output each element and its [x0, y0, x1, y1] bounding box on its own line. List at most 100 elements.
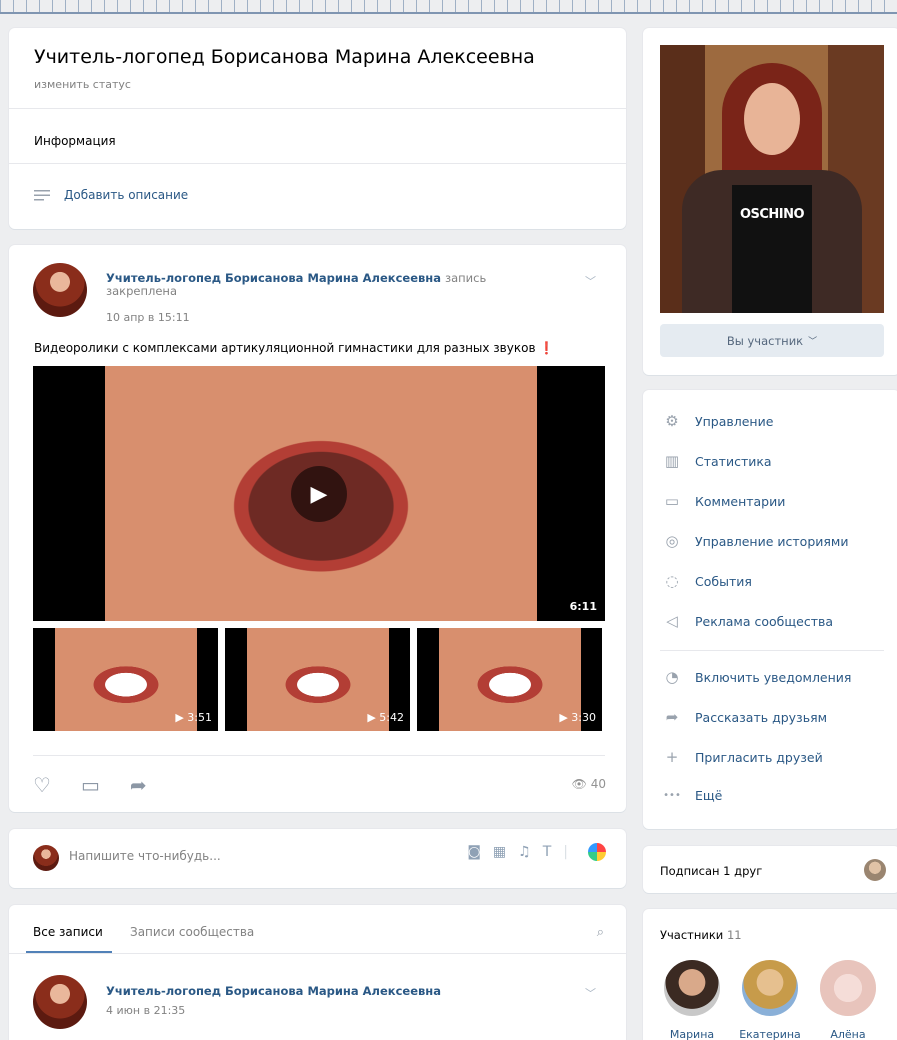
video-icon[interactable]: ▦ — [493, 844, 506, 860]
video-thumb[interactable]: ▶ 3:51 — [33, 628, 218, 731]
gear-icon: ⚙ — [665, 412, 679, 430]
change-status-link[interactable]: изменить статус — [34, 78, 131, 91]
share-icon[interactable]: ➦ — [130, 773, 147, 797]
composer-card: Напишите что-нибудь... ◙ ▦ ♫ T | — [9, 829, 626, 888]
chevron-down-icon[interactable]: ﹀ — [585, 985, 596, 1001]
chevron-down-icon[interactable]: ﹀ — [585, 273, 596, 289]
event-icon: ◌ — [665, 572, 679, 590]
lines-icon — [34, 190, 50, 201]
comment-icon: ▭ — [664, 492, 680, 510]
video-duration: ▶ 3:30 — [559, 711, 596, 724]
more-icon: ••• — [663, 790, 681, 801]
members-card: Участники 11 Марина Екатерина Алёна — [643, 909, 897, 1040]
post-author-line: Учитель-логопед Борисанова Марина Алексе… — [106, 272, 526, 298]
tab-all-posts[interactable]: Все записи — [33, 925, 103, 939]
menu-item-invite[interactable]: + Пригласить друзей — [663, 748, 823, 766]
member-name: Алёна — [830, 1028, 866, 1040]
menu-item-label: Комментарии — [695, 493, 786, 509]
play-icon[interactable]: ▶ — [291, 466, 347, 522]
menu-item-label: Управление историями — [695, 533, 849, 549]
member-item[interactable]: Екатерина — [735, 960, 805, 1040]
tab-community-posts[interactable]: Записи сообщества — [130, 925, 254, 939]
friends-subscribed-card[interactable]: Подписан 1 друг — [643, 846, 897, 893]
post-date[interactable]: 4 июн в 21:35 — [106, 1004, 185, 1017]
photo-shape — [744, 83, 800, 155]
views-count: 👁 40 — [572, 777, 606, 791]
divider: | — [563, 844, 568, 860]
post-author-link[interactable]: Учитель-логопед Борисанова Марина Алексе… — [106, 271, 441, 285]
video-thumb[interactable]: ▶ 5:42 — [225, 628, 410, 731]
member-name: Екатерина — [739, 1028, 801, 1040]
post-date[interactable]: 10 апр в 15:11 — [106, 311, 190, 324]
photo-shirt-text: OSCHINO — [739, 207, 805, 222]
menu-item-label: Реклама сообщества — [695, 613, 834, 629]
menu-item-label: События — [695, 573, 752, 589]
menu-item-events[interactable]: ◌ События — [663, 572, 752, 590]
post-text: Видеоролики с комплексами артикуляционно… — [34, 341, 554, 355]
members-title-label: Участники — [660, 928, 724, 942]
top-strip — [0, 0, 897, 14]
menu-item-more[interactable]: ••• Ещё — [663, 788, 722, 803]
divider — [9, 953, 626, 954]
user-avatar[interactable] — [33, 845, 59, 871]
member-item[interactable]: Алёна — [813, 960, 883, 1040]
story-icon: ◎ — [665, 532, 679, 550]
add-user-icon: + — [665, 748, 679, 766]
camera-icon[interactable]: ◙ — [467, 844, 481, 860]
divider — [33, 755, 605, 756]
post-author-avatar[interactable] — [33, 975, 87, 1029]
comment-icon[interactable]: ▭ — [81, 773, 100, 797]
menu-item-stories[interactable]: ◎ Управление историями — [663, 532, 848, 550]
page-title: Учитель-логопед Борисанова Марина Алексе… — [34, 46, 535, 68]
member-name: Марина — [669, 1028, 715, 1040]
poster-icon[interactable] — [588, 843, 606, 861]
menu-item-manage[interactable]: ⚙ Управление — [663, 412, 773, 430]
avatar — [820, 960, 876, 1016]
text-format-icon[interactable]: T — [543, 844, 552, 860]
stats-icon: ▥ — [664, 452, 680, 470]
video-duration: ▶ 5:42 — [367, 711, 404, 724]
menu-item-label: Рассказать друзьям — [695, 709, 828, 725]
wall-card: Все записи Записи сообщества ⌕ Учитель-л… — [9, 905, 626, 1040]
post-author-avatar[interactable] — [33, 263, 87, 317]
views-value: 40 — [590, 777, 606, 791]
menu-item-notifications[interactable]: ◔ Включить уведомления — [663, 668, 851, 686]
add-description-button[interactable]: Добавить описание — [34, 188, 188, 202]
menu-item-share[interactable]: ➦ Рассказать друзьям — [663, 708, 827, 726]
bell-icon: ◔ — [665, 668, 679, 686]
menu-item-ads[interactable]: ◁ Реклама сообщества — [663, 612, 833, 630]
add-description-label: Добавить описание — [64, 188, 189, 202]
search-icon[interactable]: ⌕ — [597, 925, 604, 940]
video-duration: 6:11 — [569, 600, 597, 613]
divider — [9, 163, 626, 164]
post-author-link[interactable]: Учитель-логопед Борисанова Марина Алексе… — [106, 985, 526, 998]
composer-toolbar: ◙ ▦ ♫ T | — [467, 843, 606, 861]
main-video[interactable]: ▶ 6:11 — [33, 366, 605, 621]
divider — [9, 108, 626, 109]
group-header-card: Учитель-логопед Борисанова Марина Алексе… — [9, 28, 626, 229]
member-status-button[interactable]: Вы участник ﹀ — [660, 324, 884, 357]
avatar — [742, 960, 798, 1016]
post-text-content: Видеоролики с комплексами артикуляционно… — [34, 341, 536, 355]
like-icon[interactable]: ♡ — [33, 773, 51, 797]
friends-subscribed-text: Подписан 1 друг — [660, 864, 763, 878]
share-icon: ➦ — [665, 708, 679, 726]
member-item[interactable]: Марина — [657, 960, 727, 1040]
exclamation-emoji-icon: ❗ — [539, 341, 555, 355]
video-thumb[interactable]: ▶ 3:30 — [417, 628, 602, 731]
menu-item-comments[interactable]: ▭ Комментарии — [663, 492, 785, 510]
megaphone-icon: ◁ — [666, 612, 678, 630]
menu-item-label: Ещё — [695, 788, 723, 803]
friend-avatar[interactable] — [864, 859, 886, 881]
menu-item-label: Пригласить друзей — [695, 749, 823, 765]
music-icon[interactable]: ♫ — [518, 844, 531, 860]
chevron-down-icon: ﹀ — [808, 337, 818, 347]
group-photo[interactable]: OSCHINO — [660, 45, 884, 313]
members-title[interactable]: Участники 11 — [660, 928, 742, 942]
menu-item-label: Статистика — [695, 453, 772, 469]
post-input[interactable]: Напишите что-нибудь... — [69, 849, 221, 863]
menu-item-statistics[interactable]: ▥ Статистика — [663, 452, 772, 470]
info-link[interactable]: Информация — [34, 134, 116, 148]
pinned-post-card: Учитель-логопед Борисанова Марина Алексе… — [9, 245, 626, 812]
menu-item-label: Включить уведомления — [695, 669, 852, 685]
